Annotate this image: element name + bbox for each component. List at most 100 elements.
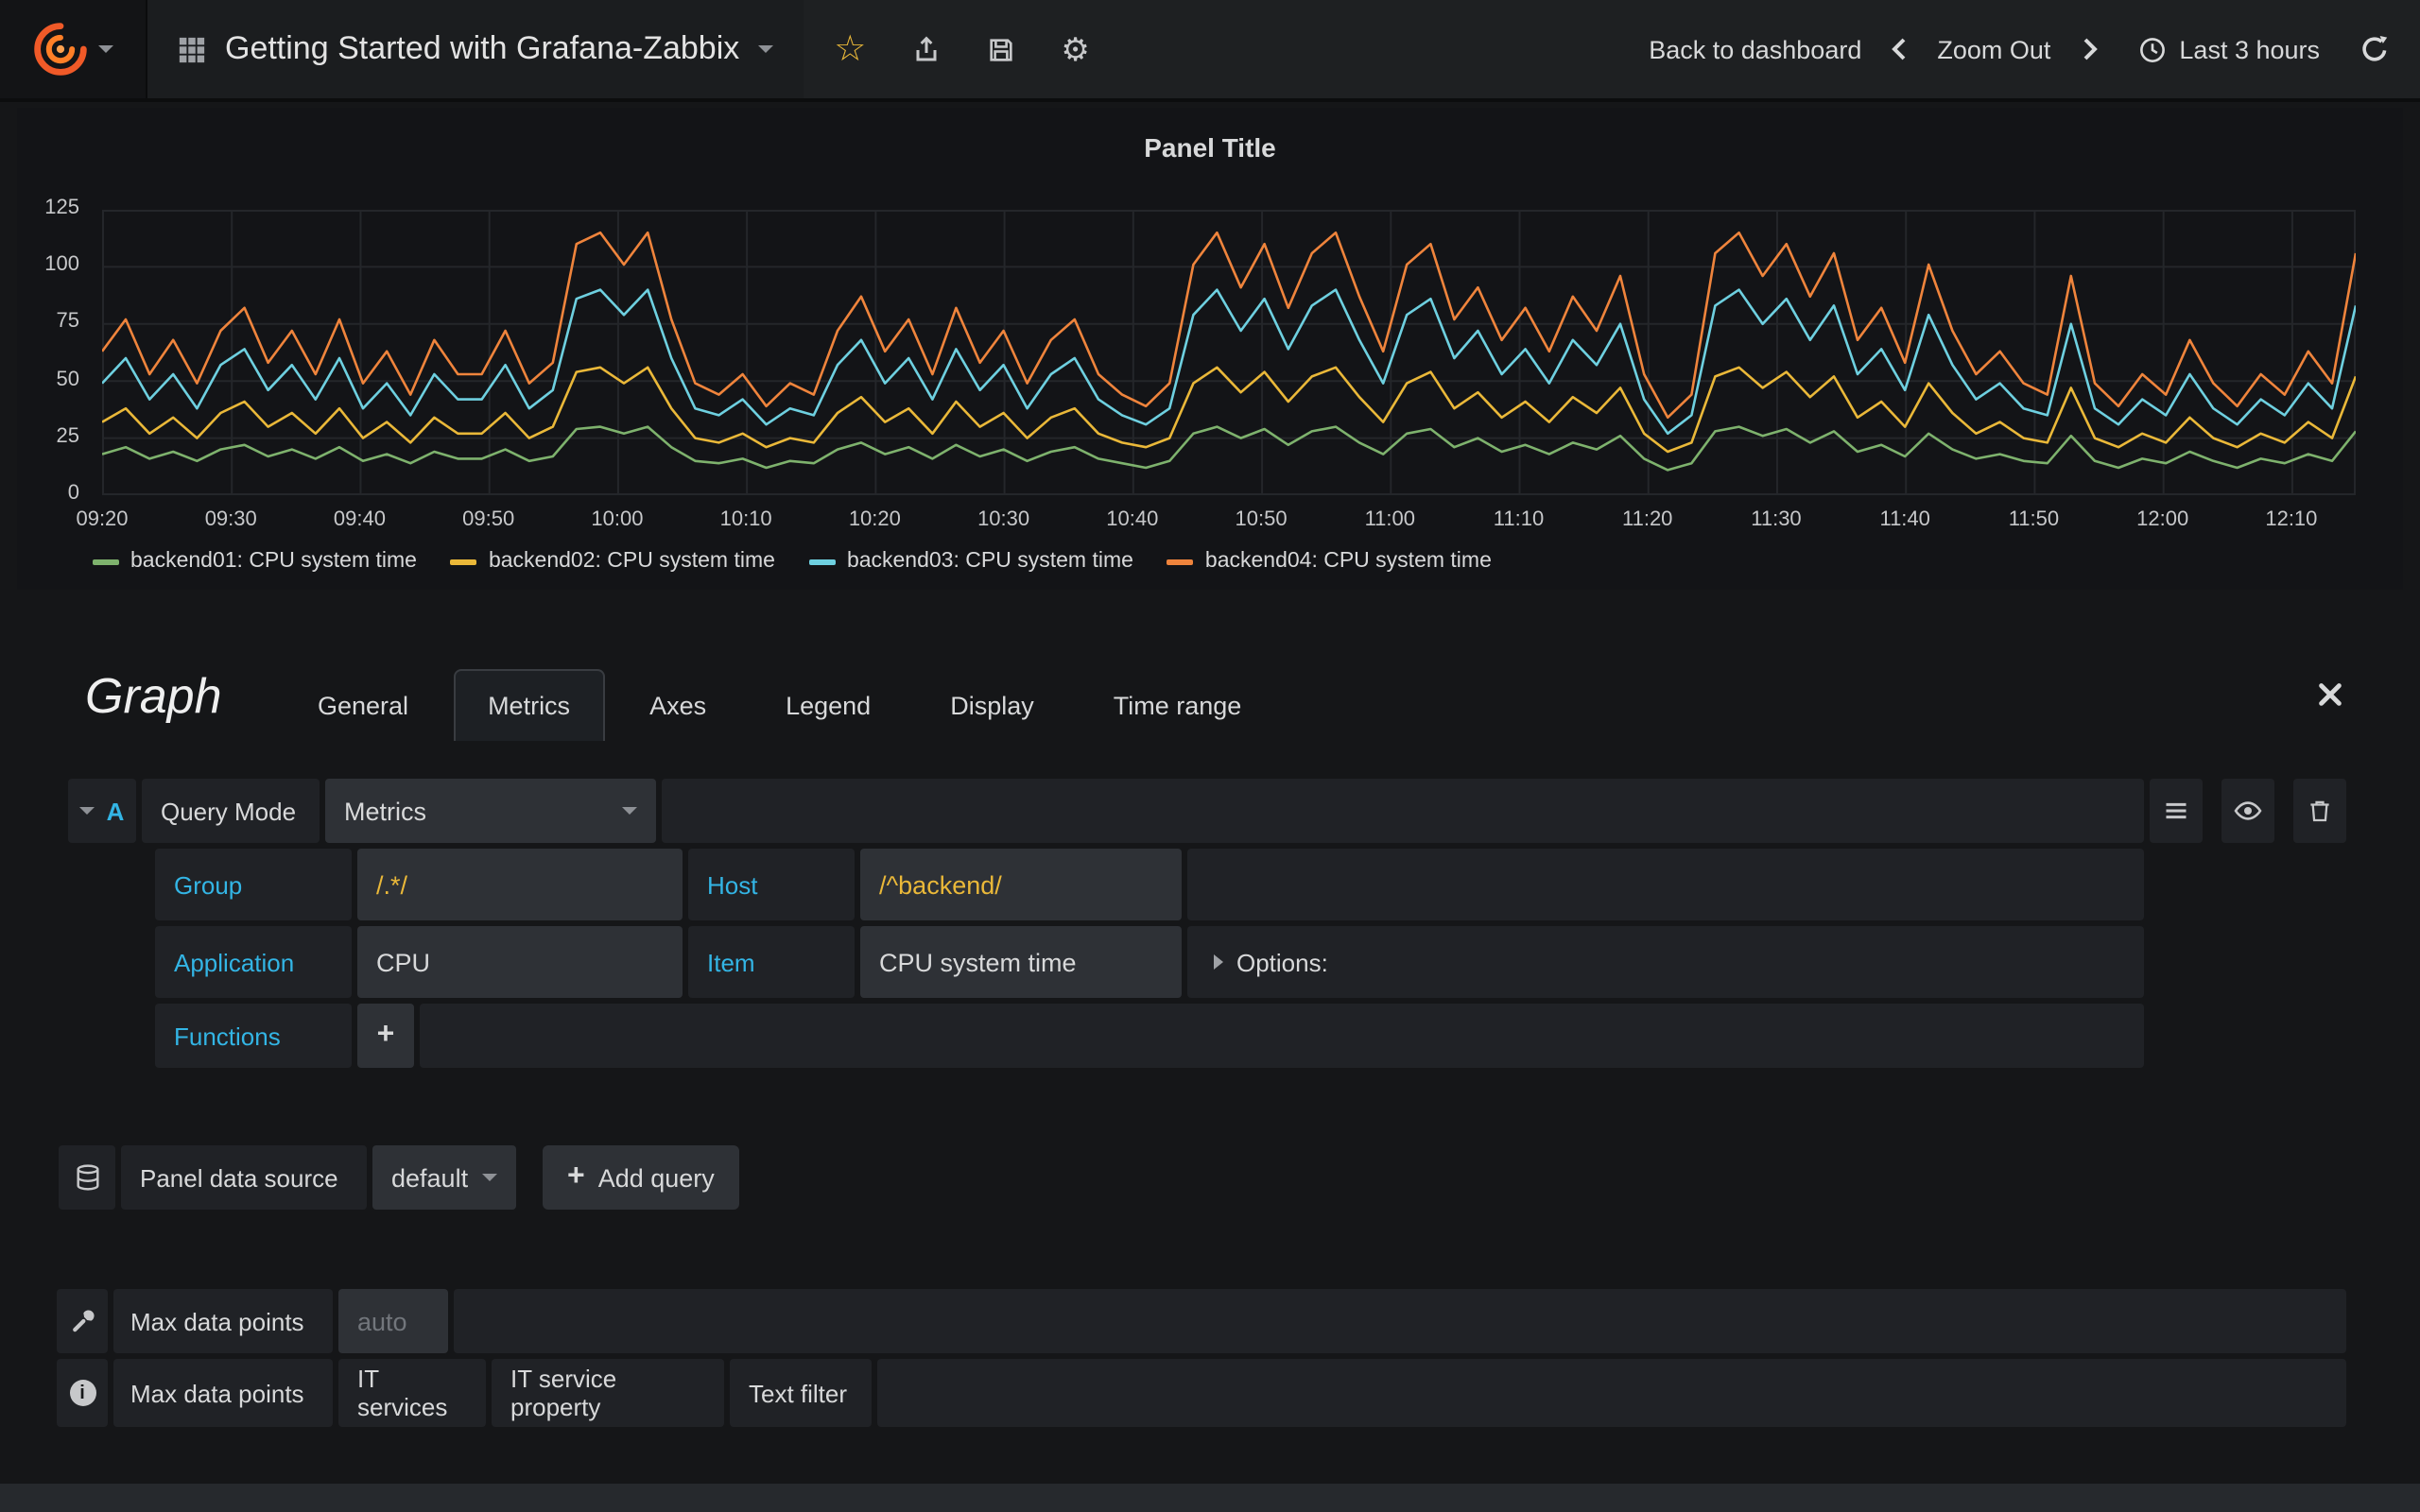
tab-metrics[interactable]: Metrics	[454, 669, 604, 741]
navbar-right: Back to dashboard Zoom Out Last 3 hours	[1649, 0, 2420, 98]
x-axis-tick-label: 11:00	[1365, 508, 1415, 531]
refresh-icon[interactable]	[2360, 34, 2390, 64]
share-icon[interactable]	[911, 34, 942, 64]
help-tab-max-data-points[interactable]: Max data points	[113, 1359, 333, 1427]
options-caret-icon	[1214, 954, 1223, 970]
star-icon[interactable]: ☆	[834, 31, 866, 67]
eye-icon	[2233, 796, 2263, 826]
datasource-value: default	[391, 1163, 468, 1192]
close-icon[interactable]	[2316, 680, 2344, 709]
x-axis-tick-label: 11:20	[1622, 508, 1672, 531]
panel-title[interactable]: Panel Title	[17, 132, 2403, 163]
hamburger-menu-icon	[2163, 798, 2189, 824]
x-axis-tick-label: 10:00	[591, 508, 643, 531]
tab-axes[interactable]: Axes	[615, 669, 740, 741]
query-mode-select[interactable]: Metrics	[325, 779, 656, 843]
query-row-filler	[420, 1004, 2144, 1068]
time-range-picker[interactable]: Last 3 hours	[2179, 35, 2320, 63]
legend-item[interactable]: backend03: CPU system time	[809, 550, 1133, 573]
y-axis-tick-label: 25	[17, 425, 79, 448]
zoom-out-button[interactable]: Zoom Out	[1937, 35, 2050, 63]
grafana-menu-button[interactable]	[0, 0, 147, 98]
legend-item[interactable]: backend02: CPU system time	[451, 550, 775, 573]
info-icon: i	[69, 1380, 95, 1406]
functions-label: Functions	[155, 1004, 352, 1068]
save-icon[interactable]	[987, 35, 1015, 63]
x-axis-tick-label: 11:30	[1751, 508, 1801, 531]
database-icon	[73, 1162, 101, 1193]
plus-icon: +	[377, 1021, 395, 1051]
y-axis-tick-label: 50	[17, 368, 79, 390]
legend-series-color	[809, 558, 836, 564]
grafana-app: Getting Started with Grafana-Zabbix ☆ ⚙	[0, 0, 2420, 1512]
options-toggle[interactable]: Options:	[1187, 948, 1328, 976]
clock-icon	[2137, 35, 2166, 63]
query-row-filler	[1187, 849, 2144, 920]
help-tab-text-filter[interactable]: Text filter	[730, 1359, 872, 1427]
chevron-right-icon[interactable]	[2075, 34, 2101, 64]
query-mode-label: Query Mode	[142, 779, 320, 843]
tab-general[interactable]: General	[284, 669, 442, 741]
legend-item[interactable]: backend01: CPU system time	[93, 550, 417, 573]
application-label: Application	[155, 926, 352, 998]
y-axis-tick-label: 75	[17, 311, 79, 334]
query-delete-button[interactable]	[2293, 779, 2346, 843]
datasource-label: Panel data source	[121, 1145, 367, 1210]
y-axis-tick-label: 125	[17, 197, 79, 219]
caret-down-icon	[758, 45, 773, 53]
caret-down-icon	[622, 807, 637, 815]
item-value-input[interactable]: CPU system time	[860, 926, 1182, 998]
query-mode-value: Metrics	[344, 797, 426, 825]
help-tab-it-service-property[interactable]: IT service property	[492, 1359, 724, 1427]
dashboard-title-dropdown[interactable]: Getting Started with Grafana-Zabbix	[147, 0, 804, 98]
gear-icon[interactable]: ⚙	[1061, 33, 1090, 65]
max-data-points-label: Max data points	[113, 1289, 333, 1353]
legend-series-name: backend01: CPU system time	[130, 550, 417, 573]
legend-series-name: backend02: CPU system time	[489, 550, 775, 573]
application-value-input[interactable]: CPU	[357, 926, 683, 998]
dashboard-grid-icon	[178, 35, 206, 63]
tab-time-range[interactable]: Time range	[1080, 669, 1276, 741]
plus-icon: +	[567, 1162, 585, 1193]
help-sections-row: i Max data points IT services IT service…	[57, 1359, 2346, 1427]
x-axis-tick-label: 09:20	[76, 508, 128, 531]
query-menu-button[interactable]	[2150, 779, 2203, 843]
add-query-button[interactable]: + Add query	[543, 1145, 739, 1210]
back-to-dashboard-button[interactable]: Back to dashboard	[1649, 35, 1861, 63]
datasource-select[interactable]: default	[372, 1145, 516, 1210]
host-value-input[interactable]: /^backend/	[860, 849, 1182, 920]
panel-options-rows: Max data points auto i Max data points I…	[57, 1289, 2346, 1433]
row-filler	[877, 1359, 2346, 1427]
x-axis-tick-label: 09:30	[205, 508, 257, 531]
x-axis-tick-label: 10:30	[977, 508, 1029, 531]
datasource-row: Panel data source default + Add query	[59, 1145, 739, 1210]
query-ref-id: A	[107, 797, 125, 825]
x-axis-tick-label: 12:10	[2265, 508, 2317, 531]
query-row-functions: Functions +	[68, 1004, 2346, 1068]
cpu-time-series-chart[interactable]	[102, 210, 2356, 495]
datasource-icon-cell	[59, 1145, 115, 1210]
tab-legend[interactable]: Legend	[752, 669, 905, 741]
query-editor: A Query Mode Metrics	[68, 779, 2346, 1074]
query-row-filler: Options:	[1187, 926, 2144, 998]
x-axis-tick-label: 10:40	[1106, 508, 1158, 531]
legend-series-color	[451, 558, 477, 564]
caret-down-icon	[482, 1174, 497, 1181]
query-toggle-visibility-button[interactable]	[2221, 779, 2274, 843]
max-data-points-input[interactable]: auto	[338, 1289, 448, 1353]
query-row-application-item: Application CPU Item CPU system time Opt…	[68, 926, 2346, 998]
legend-series-name: backend04: CPU system time	[1205, 550, 1492, 573]
help-tab-it-services[interactable]: IT services	[338, 1359, 486, 1427]
chevron-left-icon[interactable]	[1886, 34, 1912, 64]
series-line	[102, 232, 2356, 418]
add-function-button[interactable]: +	[357, 1004, 414, 1068]
query-row-group-host: Group /.*/ Host /^backend/	[68, 849, 2346, 920]
query-ref-cell[interactable]: A	[68, 779, 136, 843]
legend-series-color	[93, 558, 119, 564]
x-axis-tick-label: 11:10	[1494, 508, 1544, 531]
tab-display[interactable]: Display	[916, 669, 1068, 741]
legend-item[interactable]: backend04: CPU system time	[1167, 550, 1492, 573]
legend-series-name: backend03: CPU system time	[847, 550, 1133, 573]
group-value-input[interactable]: /.*/	[357, 849, 683, 920]
group-label: Group	[155, 849, 352, 920]
